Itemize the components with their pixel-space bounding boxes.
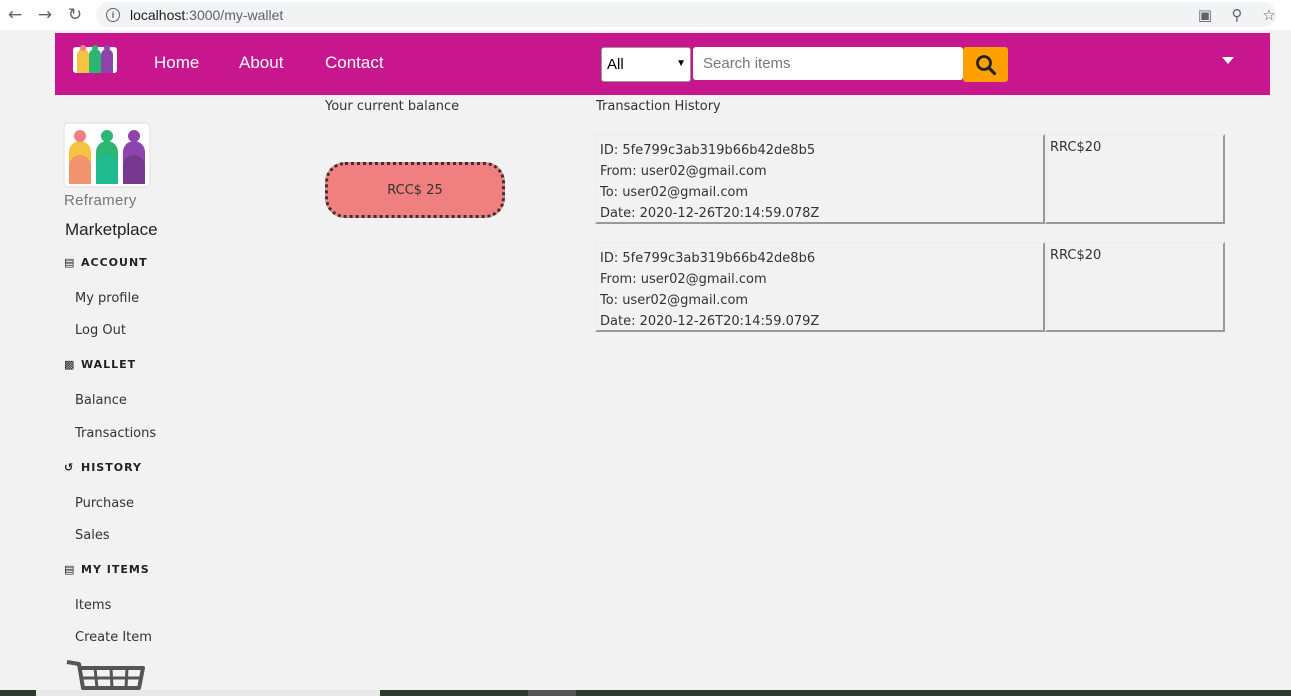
taskbar-strip — [0, 690, 1291, 696]
reload-icon[interactable]: ↻ — [60, 0, 90, 30]
sidebar-item-balance[interactable]: Balance — [75, 393, 127, 408]
balance-badge: RCC$ 25 — [325, 162, 505, 218]
transaction-id: ID: 5fe799c3ab319b66b42de8b6 — [600, 251, 816, 266]
forward-icon[interactable]: → — [30, 0, 60, 30]
transaction-details: ID: 5fe799c3ab319b66b42de8b6 From: user0… — [595, 242, 1045, 332]
search-input[interactable]: Search items — [693, 47, 963, 80]
sidebar-item-log-out[interactable]: Log Out — [75, 323, 126, 338]
brand-title: Marketplace — [65, 220, 158, 239]
sidebar-item-sales[interactable]: Sales — [75, 528, 110, 543]
transaction-amount: RRC$20 — [1045, 242, 1225, 332]
transaction-date: Date: 2020-12-26T20:14:59.078Z — [600, 206, 820, 221]
section-wallet-title: WALLET — [81, 358, 137, 371]
search-button[interactable] — [963, 47, 1008, 82]
url-host: localhost — [130, 6, 186, 23]
transaction-details: ID: 5fe799c3ab319b66b42de8b5 From: user0… — [595, 134, 1045, 224]
section-my-items: ▤ MY ITEMS — [64, 563, 150, 576]
section-my-items-title: MY ITEMS — [81, 563, 150, 576]
balance-label: Your current balance — [325, 99, 460, 114]
site-info-icon[interactable]: i — [106, 7, 120, 22]
back-icon[interactable]: ← — [0, 0, 30, 30]
transaction-row: ID: 5fe799c3ab319b66b42de8b5 From: user0… — [595, 134, 1225, 224]
user-menu-caret-icon[interactable] — [1222, 57, 1234, 64]
star-icon[interactable]: ☆ — [1261, 6, 1277, 24]
search-placeholder: Search items — [703, 55, 791, 72]
reframery-logo-icon[interactable] — [71, 39, 119, 83]
search-category-select[interactable]: All ▼ — [601, 47, 691, 82]
transaction-to: To: user02@gmail.com — [600, 185, 749, 200]
sidebar-item-create-item[interactable]: Create Item — [75, 630, 152, 645]
transaction-from: From: user02@gmail.com — [600, 272, 767, 287]
transaction-row: ID: 5fe799c3ab319b66b42de8b6 From: user0… — [595, 242, 1225, 332]
reframery-logo-large-icon — [63, 122, 151, 188]
translate-icon[interactable]: ▣ — [1197, 6, 1213, 24]
sidebar-item-my-profile[interactable]: My profile — [75, 291, 139, 306]
nav-home-link[interactable]: Home — [154, 53, 199, 73]
zoom-icon[interactable]: ⚲ — [1229, 6, 1245, 24]
nav-about-link[interactable]: About — [239, 53, 283, 73]
transaction-history-label: Transaction History — [596, 99, 721, 114]
taskbar-segment — [528, 690, 576, 696]
section-account-title: ACCOUNT — [81, 256, 148, 269]
section-history: ↺ HISTORY — [64, 461, 142, 474]
top-navbar: Home About Contact All ▼ Search items — [55, 33, 1270, 95]
browser-toolbar: ← → ↻ i localhost:3000/my-wallet ▣ ⚲ ☆ — [0, 0, 1291, 30]
nav-contact-link[interactable]: Contact — [325, 53, 384, 73]
section-account: ▤ ACCOUNT — [64, 256, 148, 269]
transaction-to: To: user02@gmail.com — [600, 293, 749, 308]
url-path: :3000/my-wallet — [185, 6, 284, 23]
transaction-id: ID: 5fe799c3ab319b66b42de8b5 — [600, 143, 816, 158]
history-icon: ↺ — [64, 461, 75, 474]
chevron-down-icon: ▼ — [676, 58, 686, 69]
transaction-from: From: user02@gmail.com — [600, 164, 767, 179]
transaction-date: Date: 2020-12-26T20:14:59.079Z — [600, 314, 820, 329]
sidebar-item-purchase[interactable]: Purchase — [75, 496, 134, 511]
sidebar: Reframery Marketplace ▤ ACCOUNT My profi… — [55, 96, 295, 696]
list-icon: ▤ — [64, 563, 76, 576]
brand-word: Reframery — [64, 192, 137, 209]
section-wallet: ▩ WALLET — [64, 358, 136, 371]
id-card-icon: ▤ — [64, 256, 76, 269]
section-history-title: HISTORY — [81, 461, 142, 474]
wallet-icon: ▩ — [64, 358, 76, 371]
sidebar-item-transactions[interactable]: Transactions — [75, 426, 156, 441]
balance-value: RCC$ 25 — [387, 182, 443, 198]
taskbar-segment — [36, 690, 380, 696]
sidebar-item-items[interactable]: Items — [75, 598, 111, 613]
address-bar[interactable]: i localhost:3000/my-wallet — [96, 2, 1276, 27]
search-icon — [975, 54, 996, 75]
search-category-value: All — [607, 56, 624, 73]
transaction-amount: RRC$20 — [1045, 134, 1225, 224]
